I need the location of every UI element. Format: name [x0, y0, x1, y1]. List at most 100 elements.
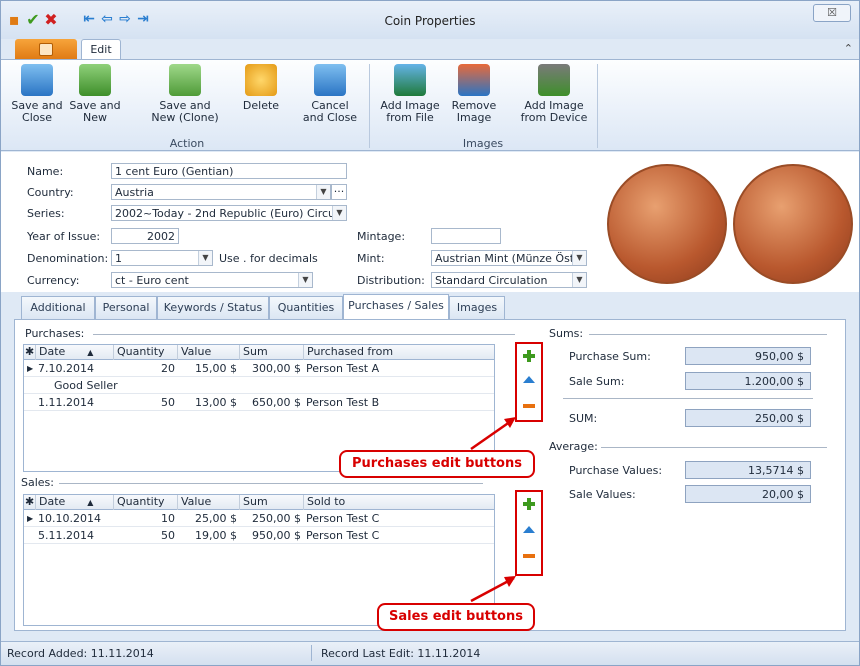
- currency-field[interactable]: ct - Euro cent: [111, 272, 313, 288]
- name-label: Name:: [27, 165, 64, 178]
- series-dropdown-icon[interactable]: ▼: [332, 206, 346, 220]
- save-and-new-button[interactable]: Save and New: [67, 62, 123, 124]
- purchases-remove-icon[interactable]: [523, 404, 535, 408]
- cancel-icon: [314, 64, 346, 96]
- purchase-sum-label: Purchase Sum:: [569, 350, 651, 363]
- distribution-field[interactable]: Standard Circulation: [431, 272, 587, 288]
- save-new-icon: [79, 64, 111, 96]
- table-row[interactable]: ▶ 10.10.2014 10 25,00 $ 250,00 $ Person …: [24, 511, 494, 527]
- ribbon-collapse-icon[interactable]: ⌃: [844, 42, 853, 55]
- purchases-add-icon[interactable]: [523, 350, 535, 362]
- purchases-col-quantity[interactable]: Quantity: [114, 345, 178, 360]
- year-field[interactable]: 2002: [111, 228, 179, 244]
- distribution-dropdown-icon[interactable]: ▼: [572, 273, 586, 287]
- denomination-label: Denomination:: [27, 252, 109, 265]
- sale-quantity: 50: [161, 529, 175, 542]
- purchases-col-date[interactable]: Date ▲: [36, 345, 114, 360]
- sale-sum-label: Sale Sum:: [569, 375, 625, 388]
- purchase-sum: 300,00 $: [252, 362, 301, 375]
- ribbon-tab-row: Edit ⌃: [1, 39, 859, 60]
- remove-image-button[interactable]: Remove Image: [449, 62, 499, 124]
- sale-sum: 950,00 $: [252, 529, 301, 542]
- window-close-button[interactable]: ☒: [813, 4, 851, 22]
- tab-personal[interactable]: Personal: [95, 296, 157, 319]
- cancel-and-close-label-2: and Close: [302, 111, 358, 124]
- sales-remove-icon[interactable]: [523, 554, 535, 558]
- purchases-edit-icon[interactable]: [523, 376, 535, 383]
- purchases-edit-buttons-callout: Purchases edit buttons: [339, 450, 535, 478]
- delete-button[interactable]: Delete: [237, 62, 285, 124]
- distribution-label: Distribution:: [357, 274, 425, 287]
- ribbon-separator: [597, 64, 598, 148]
- sales-col-party[interactable]: Sold to: [304, 495, 494, 510]
- window-title: Coin Properties: [384, 14, 476, 28]
- save-and-close-button[interactable]: Save and Close: [9, 62, 65, 124]
- sales-edit-icon[interactable]: [523, 526, 535, 533]
- table-row-note[interactable]: Good Seller: [24, 378, 494, 394]
- sum-divider: [563, 398, 813, 399]
- purchases-col-value[interactable]: Value: [178, 345, 240, 360]
- sales-col-date[interactable]: Date ▲: [36, 495, 114, 510]
- save-and-new-label-2: New: [83, 111, 107, 124]
- total-sum-value: 250,00 $: [685, 409, 811, 427]
- sale-sum-value: 1.200,00 $: [685, 372, 811, 390]
- currency-dropdown-icon[interactable]: ▼: [298, 273, 312, 287]
- section-divider: [589, 334, 827, 335]
- country-ellipsis-button[interactable]: ···: [331, 184, 347, 200]
- country-dropdown-icon[interactable]: ▼: [316, 185, 330, 199]
- total-sum-label: SUM:: [569, 412, 598, 425]
- section-divider: [601, 447, 827, 448]
- purchase-value: 15,00 $: [195, 362, 237, 375]
- tab-additional[interactable]: Additional: [21, 296, 95, 319]
- save-and-new-clone-button[interactable]: Save and New (Clone): [147, 62, 223, 124]
- name-field[interactable]: 1 cent Euro (Gentian): [111, 163, 347, 179]
- record-last-edit-text: Record Last Edit: 11.11.2014: [321, 647, 481, 660]
- sale-date: 5.11.2014: [38, 529, 94, 542]
- sale-party: Person Test C: [306, 529, 380, 542]
- sort-ascending-icon: ▲: [87, 348, 94, 357]
- add-image-from-device-button[interactable]: Add Image from Device: [519, 62, 589, 124]
- country-field[interactable]: Austria: [111, 184, 331, 200]
- purchases-col-sum[interactable]: Sum: [240, 345, 304, 360]
- tab-keywords-status[interactable]: Keywords / Status: [157, 296, 269, 319]
- coin-reverse-image[interactable]: [733, 164, 853, 284]
- tab-purchases-sales[interactable]: Purchases / Sales: [343, 294, 449, 320]
- application-button[interactable]: [15, 39, 77, 59]
- average-section-title: Average:: [549, 440, 598, 453]
- tab-quantities[interactable]: Quantities: [269, 296, 343, 319]
- sales-section-title: Sales:: [21, 476, 54, 489]
- denomination-dropdown-icon[interactable]: ▼: [198, 251, 212, 265]
- mint-field[interactable]: Austrian Mint (Münze Öste: [431, 250, 587, 266]
- new-row-icon: ✱: [25, 345, 36, 360]
- purchase-values-value: 13,5714 $: [685, 461, 811, 479]
- series-field[interactable]: 2002~Today - 2nd Republic (Euro) Circula…: [111, 205, 347, 221]
- mint-dropdown-icon[interactable]: ▼: [572, 251, 586, 265]
- sales-add-icon[interactable]: [523, 498, 535, 510]
- coin-form: Name: 1 cent Euro (Gentian) Country: Aus…: [1, 152, 859, 292]
- status-separator: [311, 645, 312, 661]
- current-row-indicator-icon: ▶: [27, 364, 34, 373]
- tab-edit[interactable]: Edit: [81, 39, 121, 60]
- coin-obverse-image[interactable]: [607, 164, 727, 284]
- delete-icon: [245, 64, 277, 96]
- purchase-sum: 650,00 $: [252, 396, 301, 409]
- section-divider: [93, 334, 515, 335]
- sale-values-value: 20,00 $: [685, 485, 811, 503]
- table-row[interactable]: 5.11.2014 50 19,00 $ 950,00 $ Person Tes…: [24, 528, 494, 544]
- table-row[interactable]: ▶ 7.10.2014 20 15,00 $ 300,00 $ Person T…: [24, 361, 494, 377]
- purchase-party: Person Test A: [306, 362, 380, 375]
- table-row[interactable]: 1.11.2014 50 13,00 $ 650,00 $ Person Tes…: [24, 395, 494, 411]
- cancel-and-close-button[interactable]: Cancel and Close: [295, 62, 365, 124]
- purchases-col-party[interactable]: Purchased from: [304, 345, 494, 360]
- ribbon: Save and Close Save and New Save and New…: [1, 59, 859, 151]
- mintage-field[interactable]: [431, 228, 501, 244]
- tab-images[interactable]: Images: [449, 296, 505, 319]
- sums-section-title: Sums:: [549, 327, 584, 340]
- purchase-party: Person Test B: [306, 396, 380, 409]
- year-label: Year of Issue:: [27, 230, 101, 243]
- add-image-from-file-button[interactable]: Add Image from File: [379, 62, 441, 124]
- sales-col-sum[interactable]: Sum: [240, 495, 304, 510]
- series-label: Series:: [27, 207, 65, 220]
- sales-col-quantity[interactable]: Quantity: [114, 495, 178, 510]
- sales-col-value[interactable]: Value: [178, 495, 240, 510]
